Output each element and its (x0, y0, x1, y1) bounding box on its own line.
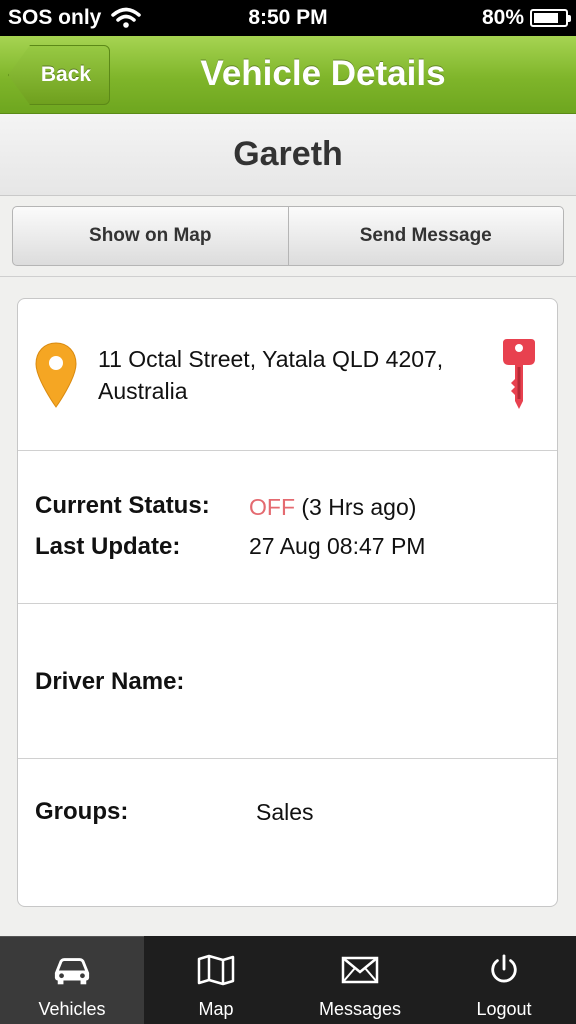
key-icon (503, 339, 535, 409)
car-icon (54, 958, 90, 985)
groups-label: Groups: (35, 798, 129, 825)
last-update-label: Last Update: (35, 533, 181, 560)
driver-name-label: Driver Name: (35, 668, 185, 695)
vehicle-address: 11 Octal Street, Yatala QLD 4207, Austra… (98, 343, 498, 407)
tab-vehicles[interactable]: Vehicles (0, 936, 144, 1024)
show-on-map-button[interactable]: Show on Map (13, 207, 288, 265)
status-off-text: OFF (249, 494, 295, 520)
tab-logout[interactable]: Logout (432, 936, 576, 1024)
groups-value: Sales (256, 799, 314, 825)
last-update-value: 27 Aug 08:47 PM (249, 533, 426, 559)
vehicle-details-card: 11 Octal Street, Yatala QLD 4207, Austra… (17, 298, 558, 907)
page-title: Vehicle Details (200, 54, 446, 93)
driver-section: Driver Name: (18, 604, 557, 759)
tab-messages[interactable]: Messages (288, 936, 432, 1024)
action-button-bar: Show on Map Send Message (12, 206, 564, 266)
address-section: 11 Octal Street, Yatala QLD 4207, Austra… (18, 299, 557, 451)
location-pin-icon (35, 342, 77, 408)
battery-percent: 80% (481, 6, 524, 29)
address-line-1: 11 Octal Street, Yatala QLD 4207, (98, 346, 444, 372)
back-button[interactable]: Back (8, 45, 110, 105)
tab-logout-label: Logout (476, 999, 532, 1019)
vehicle-name: Gareth (0, 114, 576, 196)
battery-level (534, 13, 558, 23)
tab-bar: Vehicles Map Messages Logout (0, 936, 576, 1024)
status-section: Current Status: OFF (3 Hrs ago) Last Upd… (18, 451, 557, 604)
battery-icon (530, 9, 571, 27)
address-line-2: Australia (98, 378, 188, 404)
power-icon (491, 954, 517, 983)
status-age-text: (3 Hrs ago) (301, 494, 417, 520)
current-status-label: Current Status: (35, 492, 210, 519)
tab-map[interactable]: Map (144, 936, 288, 1024)
current-status-value: OFF (3 Hrs ago) (249, 494, 416, 521)
map-icon (197, 954, 235, 986)
tab-vehicles-label: Vehicles (38, 999, 106, 1019)
tab-map-label: Map (198, 999, 234, 1019)
divider (0, 276, 576, 277)
tab-messages-label: Messages (318, 999, 402, 1019)
nav-bar: Back Vehicle Details (0, 36, 576, 114)
groups-section: Groups: Sales (18, 759, 557, 908)
send-message-button[interactable]: Send Message (287, 207, 564, 265)
envelope-icon (341, 956, 379, 984)
status-bar: SOS only 8:50 PM 80% (0, 0, 576, 36)
